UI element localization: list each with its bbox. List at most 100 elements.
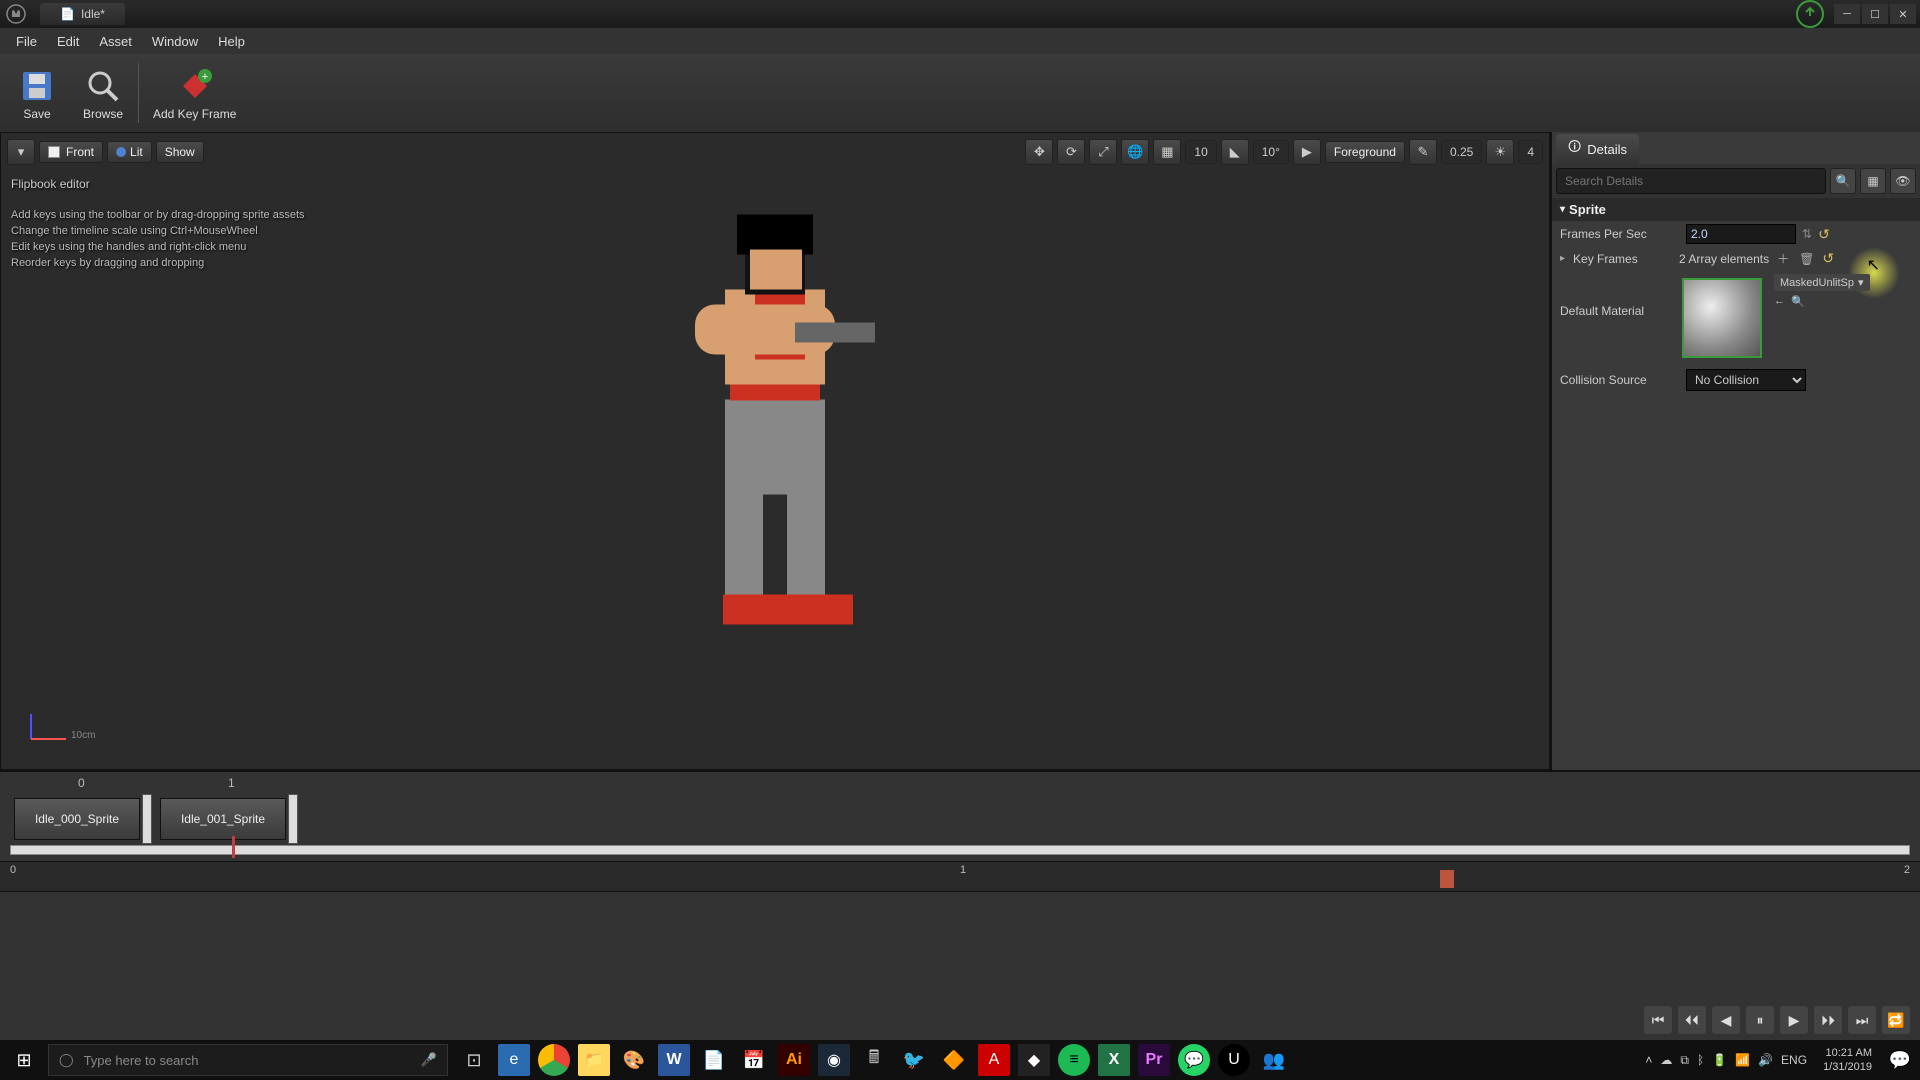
material-thumbnail[interactable] bbox=[1682, 278, 1762, 358]
playhead[interactable] bbox=[232, 836, 235, 858]
timeline-body[interactable] bbox=[0, 892, 1920, 1000]
unreal-icon[interactable]: U bbox=[1214, 1040, 1254, 1080]
view-front-button[interactable]: Front bbox=[39, 141, 103, 163]
battery-icon[interactable]: 🔋 bbox=[1712, 1053, 1727, 1067]
menu-file[interactable]: File bbox=[6, 30, 47, 53]
exposure-value[interactable]: 4 bbox=[1518, 140, 1543, 164]
menu-edit[interactable]: Edit bbox=[47, 30, 89, 53]
expand-keyframes-icon[interactable]: ▸ bbox=[1560, 253, 1565, 264]
search-icon[interactable]: 🔍 bbox=[1830, 168, 1856, 194]
fps-input[interactable] bbox=[1686, 224, 1796, 244]
task-view-icon[interactable]: ⊡ bbox=[454, 1040, 494, 1080]
taskbar-clock[interactable]: 10:21 AM 1/31/2019 bbox=[1815, 1046, 1880, 1074]
system-tray[interactable]: ˄ ☁ ⧉ ᛒ 🔋 📶 🔊 ENG bbox=[1637, 1053, 1815, 1068]
timeline-ruler[interactable]: 0 1 2 bbox=[0, 862, 1920, 892]
clear-array-icon[interactable]: 🗑 bbox=[1797, 252, 1816, 266]
excel-icon[interactable]: X bbox=[1094, 1040, 1134, 1080]
viewport[interactable]: ▾ Front Lit Show ✥ ⟳ ⤢ 🌐 ▦ 10 ◣ 10° ▶ Fo… bbox=[0, 132, 1550, 770]
add-keyframe-button[interactable]: + Add Key Frame bbox=[141, 58, 248, 128]
reset-fps-icon[interactable]: ↺ bbox=[1818, 226, 1830, 243]
angle-snap-value[interactable]: 10° bbox=[1253, 140, 1289, 164]
chrome-icon[interactable] bbox=[534, 1040, 574, 1080]
pause-button[interactable]: ⏸ bbox=[1746, 1006, 1774, 1034]
play-forward-button[interactable]: ▶ bbox=[1780, 1006, 1808, 1034]
view-lit-button[interactable]: Lit bbox=[107, 141, 152, 163]
layer-dropdown[interactable]: Foreground bbox=[1325, 141, 1405, 163]
illustrator-icon[interactable]: Ai bbox=[774, 1040, 814, 1080]
volume-icon[interactable]: 🔊 bbox=[1758, 1053, 1773, 1067]
calculator-icon[interactable]: 🖩 bbox=[854, 1040, 894, 1080]
zoom-icon[interactable]: ✎ bbox=[1409, 139, 1437, 165]
step-back-button[interactable]: ⏴⏴ bbox=[1678, 1006, 1706, 1034]
reset-array-icon[interactable]: ↺ bbox=[1822, 250, 1834, 267]
keyframe-handle-0[interactable] bbox=[142, 794, 152, 844]
details-tab[interactable]: 🛈 Details bbox=[1556, 134, 1639, 164]
word-icon[interactable]: W bbox=[654, 1040, 694, 1080]
app-icon[interactable]: 🐦 bbox=[894, 1040, 934, 1080]
collision-dropdown[interactable]: No Collision bbox=[1686, 369, 1806, 391]
scrub-track[interactable] bbox=[10, 845, 1910, 855]
snap-grid-icon[interactable]: ▦ bbox=[1153, 139, 1181, 165]
grid-snap-value[interactable]: 10 bbox=[1185, 140, 1216, 164]
calendar-icon[interactable]: 📅 bbox=[734, 1040, 774, 1080]
use-selected-asset-icon[interactable]: ← bbox=[1774, 295, 1785, 308]
category-sprite[interactable]: Sprite bbox=[1552, 198, 1920, 221]
to-end-button[interactable]: ⏭ bbox=[1848, 1006, 1876, 1034]
bluetooth-icon[interactable]: ᛒ bbox=[1697, 1053, 1704, 1067]
coordinate-space-icon[interactable]: 🌐 bbox=[1121, 139, 1149, 165]
transform-scale-icon[interactable]: ⤢ bbox=[1089, 139, 1117, 165]
mic-icon[interactable]: 🎤 bbox=[421, 1052, 437, 1068]
ruler-playhead[interactable] bbox=[1440, 870, 1454, 888]
unity-icon[interactable]: ◆ bbox=[1014, 1040, 1054, 1080]
viewport-options-button[interactable]: ▾ bbox=[7, 139, 35, 165]
paint-icon[interactable]: 🎨 bbox=[614, 1040, 654, 1080]
app-icon-2[interactable]: 🔶 bbox=[934, 1040, 974, 1080]
keyframe-0[interactable]: Idle_000_Sprite bbox=[14, 798, 140, 840]
maximize-button[interactable]: ☐ bbox=[1862, 4, 1888, 24]
notepad-icon[interactable]: 📄 bbox=[694, 1040, 734, 1080]
start-button[interactable]: ⊞ bbox=[0, 1040, 48, 1080]
to-front-button[interactable]: ⏮ bbox=[1644, 1006, 1672, 1034]
details-search-input[interactable] bbox=[1556, 168, 1826, 194]
edge-icon[interactable]: e bbox=[494, 1040, 534, 1080]
camera-speed-icon[interactable]: ▶ bbox=[1293, 139, 1321, 165]
material-dropdown[interactable]: MaskedUnlitSp▾ bbox=[1774, 274, 1870, 291]
language-indicator[interactable]: ENG bbox=[1781, 1053, 1807, 1067]
acrobat-icon[interactable]: A bbox=[974, 1040, 1014, 1080]
play-reverse-button[interactable]: ◀ bbox=[1712, 1006, 1740, 1034]
source-control-status-icon[interactable] bbox=[1796, 0, 1824, 28]
transform-rotate-icon[interactable]: ⟳ bbox=[1057, 139, 1085, 165]
tray-chevron-icon[interactable]: ˄ bbox=[1645, 1053, 1652, 1067]
view-show-button[interactable]: Show bbox=[156, 141, 204, 163]
minimize-button[interactable]: ─ bbox=[1834, 4, 1860, 24]
step-forward-button[interactable]: ⏵⏵ bbox=[1814, 1006, 1842, 1034]
taskbar-search[interactable]: ◯ Type here to search 🎤 bbox=[48, 1044, 448, 1076]
property-matrix-icon[interactable]: ▦ bbox=[1860, 168, 1886, 194]
loop-button[interactable]: 🔁 bbox=[1882, 1006, 1910, 1034]
exposure-icon[interactable]: ☀ bbox=[1486, 139, 1514, 165]
menu-asset[interactable]: Asset bbox=[89, 30, 142, 53]
menu-window[interactable]: Window bbox=[142, 30, 208, 53]
onedrive-icon[interactable]: ☁ bbox=[1660, 1053, 1672, 1067]
snap-angle-icon[interactable]: ◣ bbox=[1221, 139, 1249, 165]
keyframe-track[interactable]: 0 1 Idle_000_Sprite Idle_001_Sprite bbox=[0, 772, 1920, 862]
spinner-icon[interactable]: ⇅ bbox=[1802, 227, 1812, 241]
browse-button[interactable]: Browse bbox=[70, 58, 136, 128]
keyframe-handle-1[interactable] bbox=[288, 794, 298, 844]
view-options-icon[interactable]: 👁 bbox=[1890, 168, 1916, 194]
dropbox-icon[interactable]: ⧉ bbox=[1680, 1053, 1689, 1068]
menu-help[interactable]: Help bbox=[208, 30, 255, 53]
steam-icon[interactable]: ◉ bbox=[814, 1040, 854, 1080]
spotify-icon[interactable]: ≡ bbox=[1054, 1040, 1094, 1080]
transform-move-icon[interactable]: ✥ bbox=[1025, 139, 1053, 165]
document-tab[interactable]: 📄 Idle* bbox=[40, 3, 125, 25]
chat-icon[interactable]: 💬 bbox=[1174, 1040, 1214, 1080]
app-icon-3[interactable]: 👥 bbox=[1254, 1040, 1294, 1080]
wifi-icon[interactable]: 📶 bbox=[1735, 1053, 1750, 1067]
close-button[interactable]: ✕ bbox=[1890, 4, 1916, 24]
zoom-value[interactable]: 0.25 bbox=[1441, 140, 1482, 164]
keyframe-1[interactable]: Idle_001_Sprite bbox=[160, 798, 286, 840]
action-center-icon[interactable]: 💬 bbox=[1880, 1040, 1920, 1080]
premiere-icon[interactable]: Pr bbox=[1134, 1040, 1174, 1080]
browse-to-asset-icon[interactable]: 🔍 bbox=[1791, 295, 1805, 308]
